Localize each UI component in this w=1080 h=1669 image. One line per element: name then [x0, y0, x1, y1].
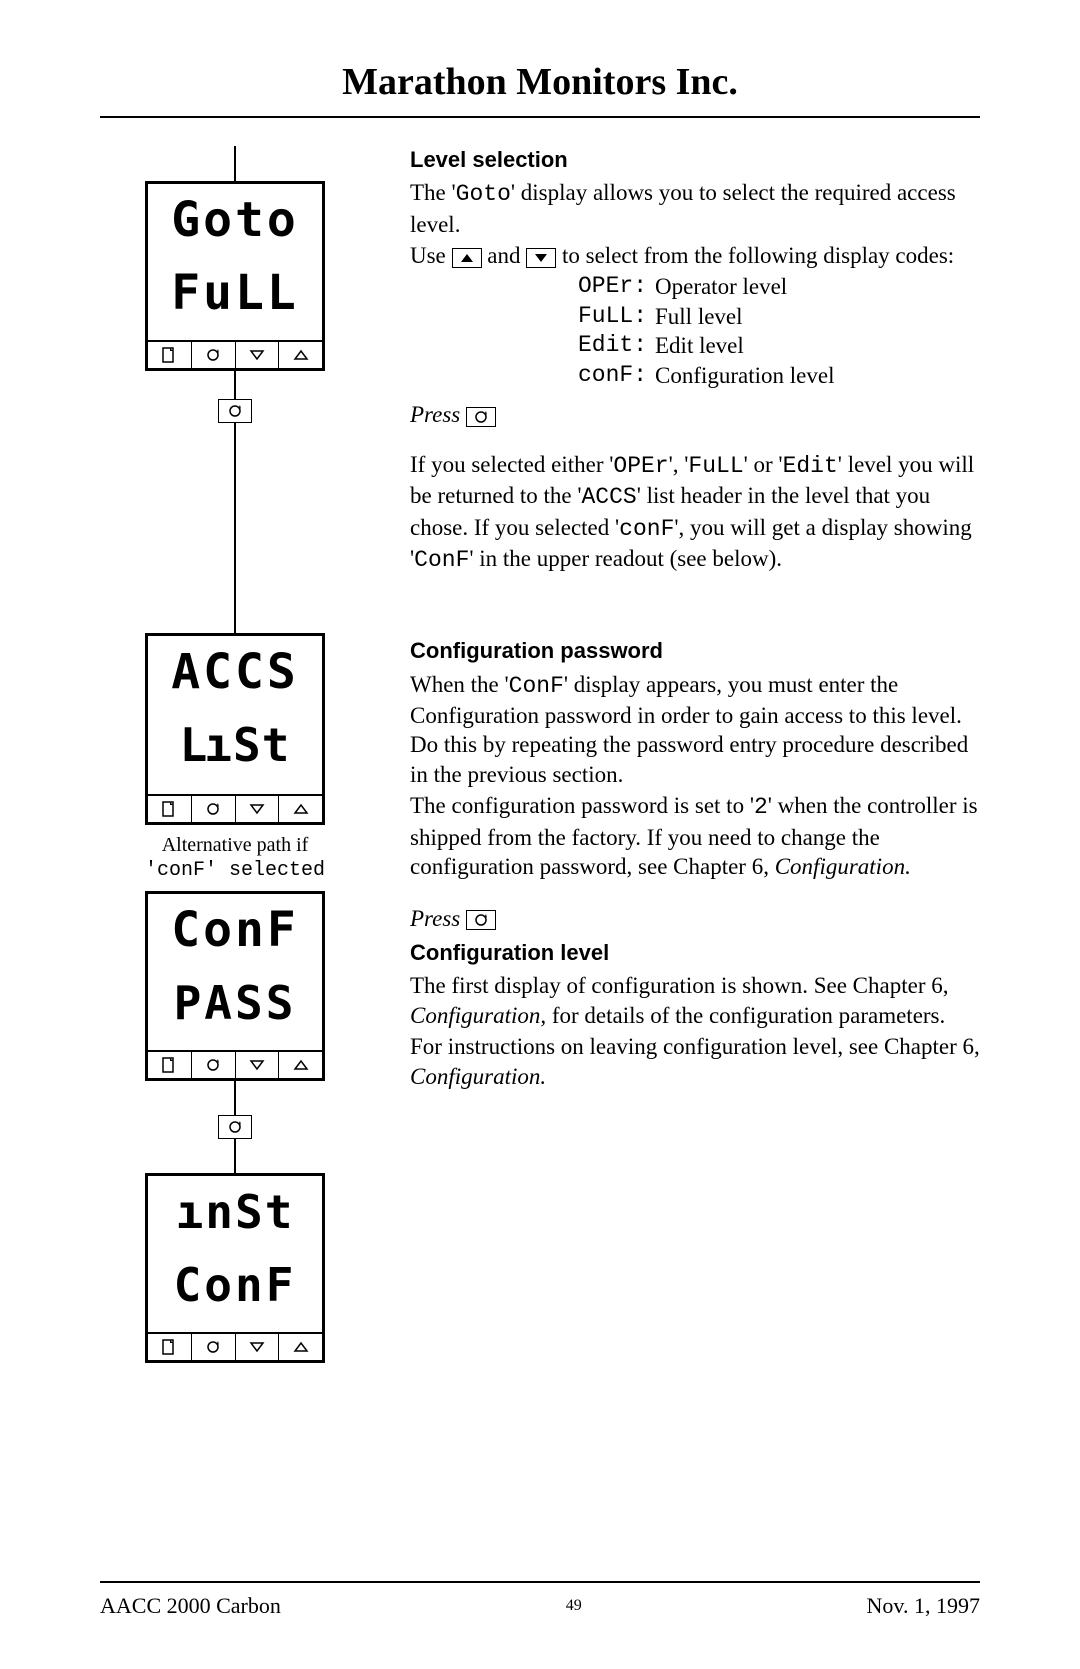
device-button-row — [148, 340, 322, 368]
svg-text:ConF: ConF — [171, 902, 299, 956]
down-triangle-icon — [236, 1334, 280, 1360]
display-upper: ConF — [148, 894, 322, 969]
code-row: OPEr:Operator level — [560, 272, 980, 301]
up-triangle-icon — [279, 342, 322, 368]
svg-text:Goto: Goto — [171, 192, 299, 246]
svg-text:FuLL: FuLL — [171, 265, 299, 321]
device-flow-column: Goto FuLL — [100, 146, 370, 1363]
heading-config-level: Configuration level — [410, 939, 980, 967]
footer-product: AACC 2000 Carbon — [100, 1593, 281, 1619]
para: When the 'ConF' display appears, you mus… — [410, 670, 980, 790]
page-icon — [148, 342, 192, 368]
down-triangle-icon — [236, 1052, 280, 1078]
device-button-row — [148, 1050, 322, 1078]
footer-page-number: 49 — [566, 1593, 582, 1615]
down-button-icon — [526, 248, 556, 268]
cycle-icon — [192, 1052, 236, 1078]
display-lower: PASS — [148, 969, 322, 1050]
cycle-icon — [192, 342, 236, 368]
para: The configuration password is set to '2'… — [410, 791, 980, 881]
page-footer: AACC 2000 Carbon 49 Nov. 1, 1997 — [100, 1581, 980, 1619]
device-display-inst-conf: ınSt ConF — [145, 1173, 325, 1363]
svg-text:LıSt: LıSt — [180, 718, 291, 772]
device-display-conf-pass: ConF PASS — [145, 891, 325, 1081]
para: The 'Goto' display allows you to select … — [410, 178, 980, 239]
up-triangle-icon — [279, 796, 322, 822]
device-display-goto: Goto FuLL — [145, 181, 325, 371]
heading-level-selection: Level selection — [410, 146, 980, 174]
footer-date: Nov. 1, 1997 — [867, 1593, 980, 1619]
display-upper: ACCS — [148, 636, 322, 711]
display-lower: LıSt — [148, 711, 322, 794]
up-triangle-icon — [279, 1334, 322, 1360]
down-triangle-icon — [236, 796, 280, 822]
para: Use and to select from the following dis… — [410, 241, 980, 270]
mid-cycle-button — [218, 399, 252, 423]
para: If you selected either 'OPEr', 'FuLL' or… — [410, 450, 980, 576]
svg-text:ACCS: ACCS — [171, 644, 299, 698]
press-instruction: Press — [410, 400, 980, 429]
text-column: Level selection The 'Goto' display allow… — [410, 146, 980, 1363]
alt-path-caption: Alternative path if 'conF' selected — [100, 825, 370, 891]
display-upper: ınSt — [148, 1176, 322, 1251]
cycle-button-icon — [466, 407, 496, 427]
para: The first display of configuration is sh… — [410, 971, 980, 1030]
up-button-icon — [452, 248, 482, 268]
press-instruction: Press — [410, 904, 980, 933]
device-button-row — [148, 1332, 322, 1360]
code-row: FuLL:Full level — [560, 302, 980, 331]
cycle-icon — [192, 1334, 236, 1360]
page-icon — [148, 1334, 192, 1360]
svg-text:ınSt: ınSt — [176, 1185, 295, 1238]
up-triangle-icon — [279, 1052, 322, 1078]
cycle-icon — [192, 796, 236, 822]
page-icon — [148, 1052, 192, 1078]
cycle-button-icon — [466, 910, 496, 930]
para: For instructions on leaving configuratio… — [410, 1032, 980, 1091]
down-triangle-icon — [236, 342, 280, 368]
device-button-row — [148, 794, 322, 822]
svg-text:PASS: PASS — [174, 976, 297, 1030]
code-row: conF:Configuration level — [560, 361, 980, 390]
page-header: Marathon Monitors Inc. — [100, 60, 980, 118]
heading-config-password: Configuration password — [410, 637, 980, 665]
display-lower: FuLL — [148, 259, 322, 340]
code-row: Edit:Edit level — [560, 331, 980, 360]
mid-cycle-button — [218, 1115, 252, 1139]
svg-text:ConF: ConF — [174, 1258, 297, 1312]
page-icon — [148, 796, 192, 822]
display-lower: ConF — [148, 1251, 322, 1332]
display-upper: Goto — [148, 184, 322, 259]
device-display-accs: ACCS LıSt — [145, 633, 325, 825]
